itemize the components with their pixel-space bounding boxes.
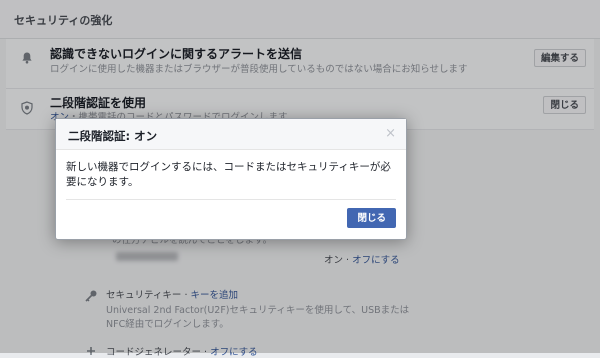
dialog-title: 二段階認証: オン <box>68 129 158 143</box>
dialog-header: 二段階認証: オン × <box>56 119 406 150</box>
dialog-divider <box>66 199 396 200</box>
dialog-close-button[interactable]: 閉じる <box>347 208 396 228</box>
close-icon[interactable]: × <box>385 126 396 141</box>
two-factor-dialog: 二段階認証: オン × 新しい機器でログインするには、コードまたはセキュリティキ… <box>55 118 407 240</box>
dialog-message: 新しい機器でログインするには、コードまたはセキュリティキーが必要になります。 <box>66 161 391 188</box>
